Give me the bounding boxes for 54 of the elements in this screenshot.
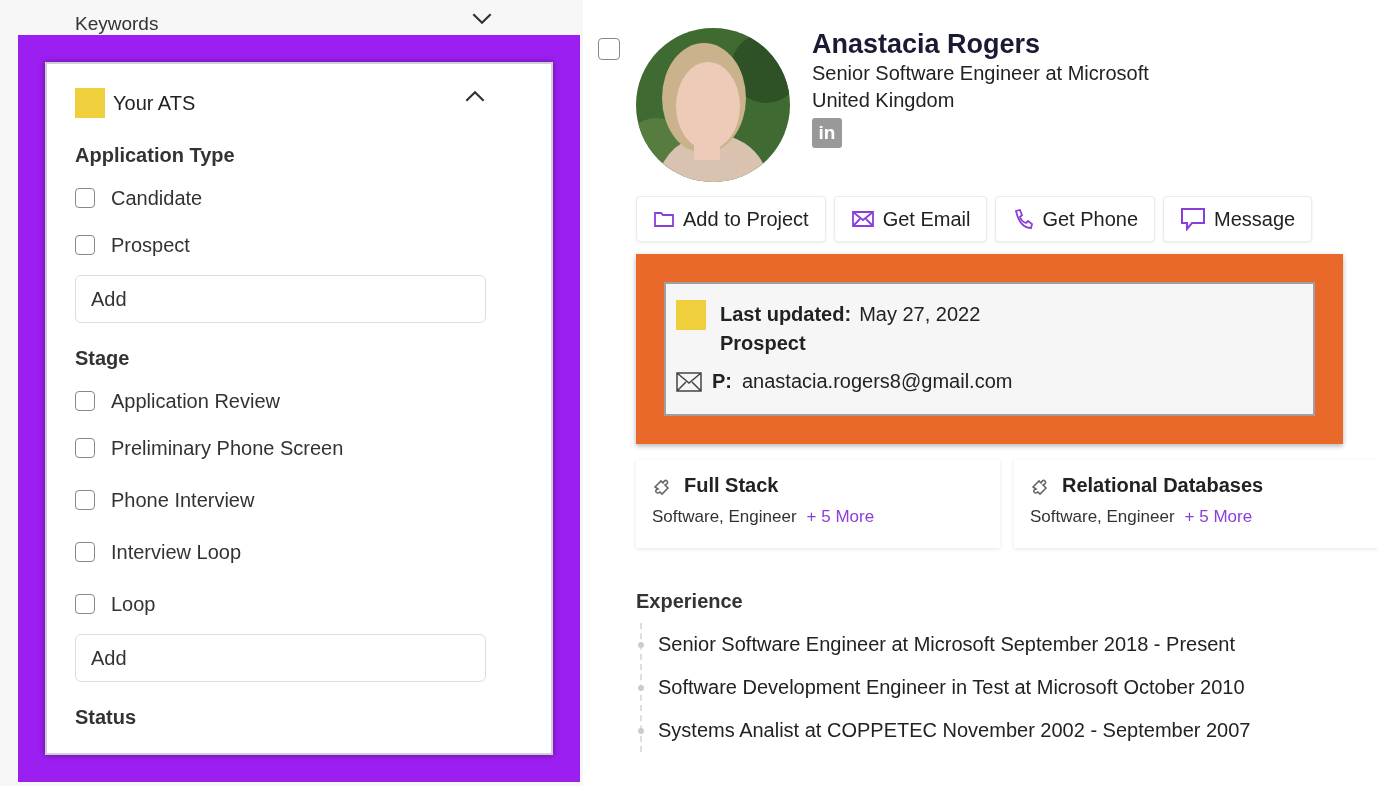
option-label[interactable]: Application Review [111,389,280,413]
option-label[interactable]: Phone Interview [111,488,255,512]
experience-entry: Software Development Engineer in Test at Microsoft October 2010 [658,676,1245,699]
chevron-icon[interactable] [471,12,493,25]
location: United Kingdom [812,88,956,113]
candidate-name: Anastacia Rogers [812,28,1042,60]
action-button[interactable]: Get Email [833,196,988,242]
section-header[interactable]: Keywords [75,13,159,35]
checkbox[interactable] [75,235,95,255]
section-title: Stage [75,347,131,370]
envelope-icon [676,371,702,392]
updated-date: May 27, 2022 [859,302,981,327]
envelope-icon [850,209,875,229]
action-button[interactable]: Get Phone [995,196,1156,242]
folder-icon [653,210,675,228]
option-label[interactable]: Prospect [111,233,190,257]
checkbox[interactable] [75,188,95,208]
action-button[interactable]: Message [1163,196,1313,242]
option-label[interactable]: Preliminary Phone Screen [111,436,344,460]
checkbox[interactable] [598,38,620,60]
checkbox[interactable] [75,391,95,411]
experience-entry: Senior Software Engineer at Microsoft September 2018 - Present [658,633,1235,656]
chevron-icon[interactable] [464,89,486,103]
timeline-dot [638,727,644,734]
section-header[interactable]: Your ATS [113,91,456,115]
timeline-dot [638,684,644,691]
email-address: anastacia.rogers8@gmail.com [742,370,1013,393]
more-link[interactable]: + 5 More [806,507,875,527]
skill-title: Relational Databases [1062,474,1264,497]
checkbox[interactable] [75,542,95,562]
option-label[interactable]: Interview Loop [111,540,242,564]
checkbox[interactable] [75,490,95,510]
section-title: Application Type [75,144,236,167]
checkbox[interactable] [75,594,95,614]
skill-tags: Software, Engineer [1030,507,1175,527]
section-title: Experience [636,590,744,613]
application-type: Prospect [720,331,807,356]
field-label: P: [712,370,732,393]
experience-entry: Systems Analist at COPPETEC November 2002 - September 2007 [658,719,1251,742]
headline: Senior Software Engineer at Microsoft [812,61,1149,86]
more-link[interactable]: + 5 More [1184,507,1253,527]
checkbox[interactable] [75,438,95,458]
skill-title: Full Stack [684,474,779,497]
phone-icon [1012,208,1035,230]
field-label: Last updated: [720,302,852,327]
input-field[interactable]: Add [75,634,486,682]
action-button[interactable]: Add to Project [636,196,826,242]
skill-tags: Software, Engineer [652,507,797,527]
input-field[interactable]: Add [75,275,486,323]
speech-bubble-icon [1180,207,1207,231]
section-title: Status [75,706,138,729]
timeline-dot [638,641,644,648]
option-label[interactable]: Loop [111,592,156,616]
option-label[interactable]: Candidate [111,186,203,210]
